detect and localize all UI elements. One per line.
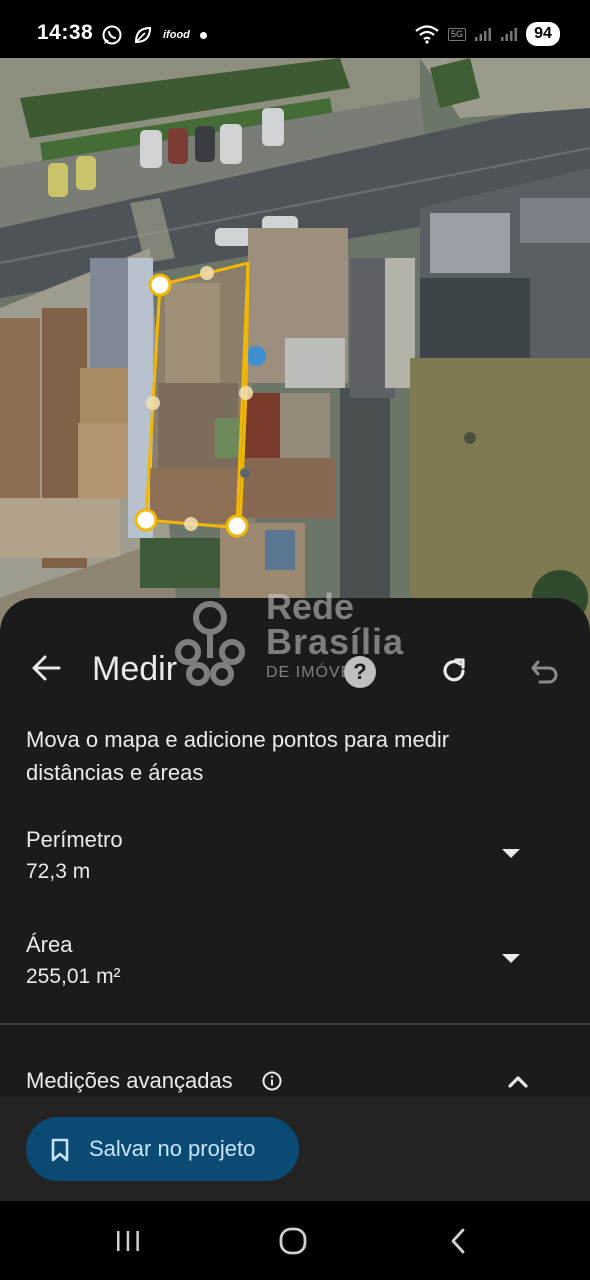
back-button[interactable] xyxy=(28,650,64,686)
recent-apps-icon xyxy=(117,1231,139,1251)
area-label: Área xyxy=(26,932,73,957)
advanced-measurements-row[interactable]: Medições avançadas xyxy=(0,1068,590,1098)
status-bar: 14:38 ifood 5G 94 xyxy=(0,0,590,58)
area-row[interactable]: Área 255,01 m² xyxy=(0,932,590,1012)
network-type-label: 5G xyxy=(447,27,466,41)
map-imagery xyxy=(0,58,590,638)
chevron-down-icon xyxy=(502,954,520,963)
arrow-back-icon xyxy=(32,655,61,681)
chevron-up-icon xyxy=(508,1076,528,1088)
back-nav-icon xyxy=(451,1228,465,1254)
chevron-down-icon xyxy=(502,849,520,858)
back-nav-button[interactable] xyxy=(428,1221,488,1261)
home-icon xyxy=(279,1227,307,1255)
measure-sheet: Rede Brasília DE IMÓVEIS Medir ? Mova o … xyxy=(0,586,590,1098)
divider xyxy=(0,1023,590,1025)
satellite-map[interactable] xyxy=(0,58,590,638)
status-icons-right: 5G 94 xyxy=(414,22,560,46)
bookmark-icon xyxy=(51,1138,69,1162)
undo-icon xyxy=(531,660,558,684)
watermark-line2: Brasília xyxy=(266,621,405,662)
signal-icon-2 xyxy=(501,28,517,41)
area-value: 255,01 m² xyxy=(26,965,121,988)
watermark-emblem-icon xyxy=(175,601,245,686)
ifood-icon: ifood xyxy=(163,29,190,41)
whatsapp-icon xyxy=(102,25,122,45)
leaf-icon xyxy=(134,26,152,44)
refresh-icon xyxy=(443,658,465,682)
refresh-button[interactable] xyxy=(436,653,472,689)
info-icon[interactable] xyxy=(262,1071,282,1091)
wifi-icon xyxy=(415,25,439,44)
sheet-header: Rede Brasília DE IMÓVEIS Medir ? xyxy=(0,586,590,728)
dot-icon xyxy=(199,31,207,39)
signal-icon xyxy=(475,28,491,41)
perimeter-row[interactable]: Perímetro 72,3 m xyxy=(0,827,590,907)
save-to-project-label: Salvar no projeto xyxy=(89,1136,256,1161)
sheet-title: Medir xyxy=(92,650,178,688)
undo-button[interactable] xyxy=(527,653,563,689)
status-icons-left: ifood xyxy=(101,24,207,46)
perimeter-value: 72,3 m xyxy=(26,860,91,883)
advanced-measurements-label: Medições avançadas xyxy=(26,1068,233,1093)
save-to-project-button[interactable]: Salvar no projeto xyxy=(26,1117,299,1181)
save-area: Salvar no projeto xyxy=(0,1097,590,1201)
status-time: 14:38 xyxy=(37,21,94,44)
battery-indicator: 94 xyxy=(526,22,560,46)
system-nav-bar xyxy=(0,1201,590,1280)
recent-apps-button[interactable] xyxy=(98,1221,158,1261)
home-button[interactable] xyxy=(263,1221,323,1261)
perimeter-label: Perímetro xyxy=(26,827,123,852)
instructions-text: Mova o mapa e adicione pontos para medir… xyxy=(26,727,450,785)
help-button[interactable]: ? xyxy=(344,656,376,688)
